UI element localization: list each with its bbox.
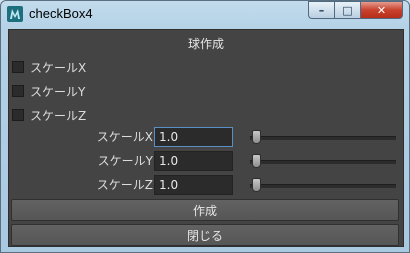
maya-app-icon <box>7 6 23 22</box>
slider-row-scale-z: スケールZ 1.0 <box>9 175 403 195</box>
close-icon: ✕ <box>376 3 387 17</box>
slider-label: スケールZ <box>96 178 153 192</box>
checkbox-scale-y[interactable]: スケールY <box>12 82 85 100</box>
caption-buttons: – □ ✕ <box>308 1 403 20</box>
slider-label: スケールY <box>97 154 153 168</box>
checkbox-scale-x[interactable]: スケールX <box>12 58 86 76</box>
slider-row-scale-y: スケールY 1.0 <box>9 151 403 171</box>
slider-thumb[interactable] <box>252 178 261 192</box>
minimize-button[interactable]: – <box>308 1 334 19</box>
create-button[interactable]: 作成 <box>11 199 399 221</box>
window-content: 球作成 スケールX スケールY スケールZ スケールX 1.0 スケールY 1.… <box>8 29 404 247</box>
scale-y-field[interactable]: 1.0 <box>154 151 233 171</box>
minimize-icon: – <box>318 3 325 17</box>
slider-track[interactable] <box>250 136 396 140</box>
checkbox-label: スケールZ <box>30 108 87 123</box>
slider-track[interactable] <box>250 160 396 164</box>
window-title: checkBox4 <box>29 6 93 21</box>
scale-x-field[interactable]: 1.0 <box>154 127 233 147</box>
maximize-button[interactable]: □ <box>334 1 360 19</box>
frame-header[interactable]: 球作成 <box>9 34 403 54</box>
close-window-button[interactable]: ✕ <box>360 1 403 19</box>
title-bar[interactable]: checkBox4 – □ ✕ <box>1 1 409 29</box>
checkbox-box[interactable] <box>12 109 24 121</box>
checkbox-box[interactable] <box>12 61 24 73</box>
checkbox-box[interactable] <box>12 85 24 97</box>
maximize-icon: □ <box>342 3 353 17</box>
app-window: checkBox4 – □ ✕ 球作成 スケールX スケールY スケールZ スケ… <box>0 0 410 253</box>
checkbox-label: スケールX <box>30 60 87 75</box>
checkbox-scale-z[interactable]: スケールZ <box>12 106 86 124</box>
slider-row-scale-x: スケールX 1.0 <box>9 127 403 147</box>
close-button[interactable]: 閉じる <box>11 224 399 246</box>
slider-label: スケールX <box>96 130 153 144</box>
checkbox-label: スケールY <box>30 84 86 99</box>
scale-z-field[interactable]: 1.0 <box>154 175 233 195</box>
slider-thumb[interactable] <box>252 154 261 168</box>
slider-thumb[interactable] <box>252 130 261 144</box>
slider-track[interactable] <box>250 184 396 188</box>
